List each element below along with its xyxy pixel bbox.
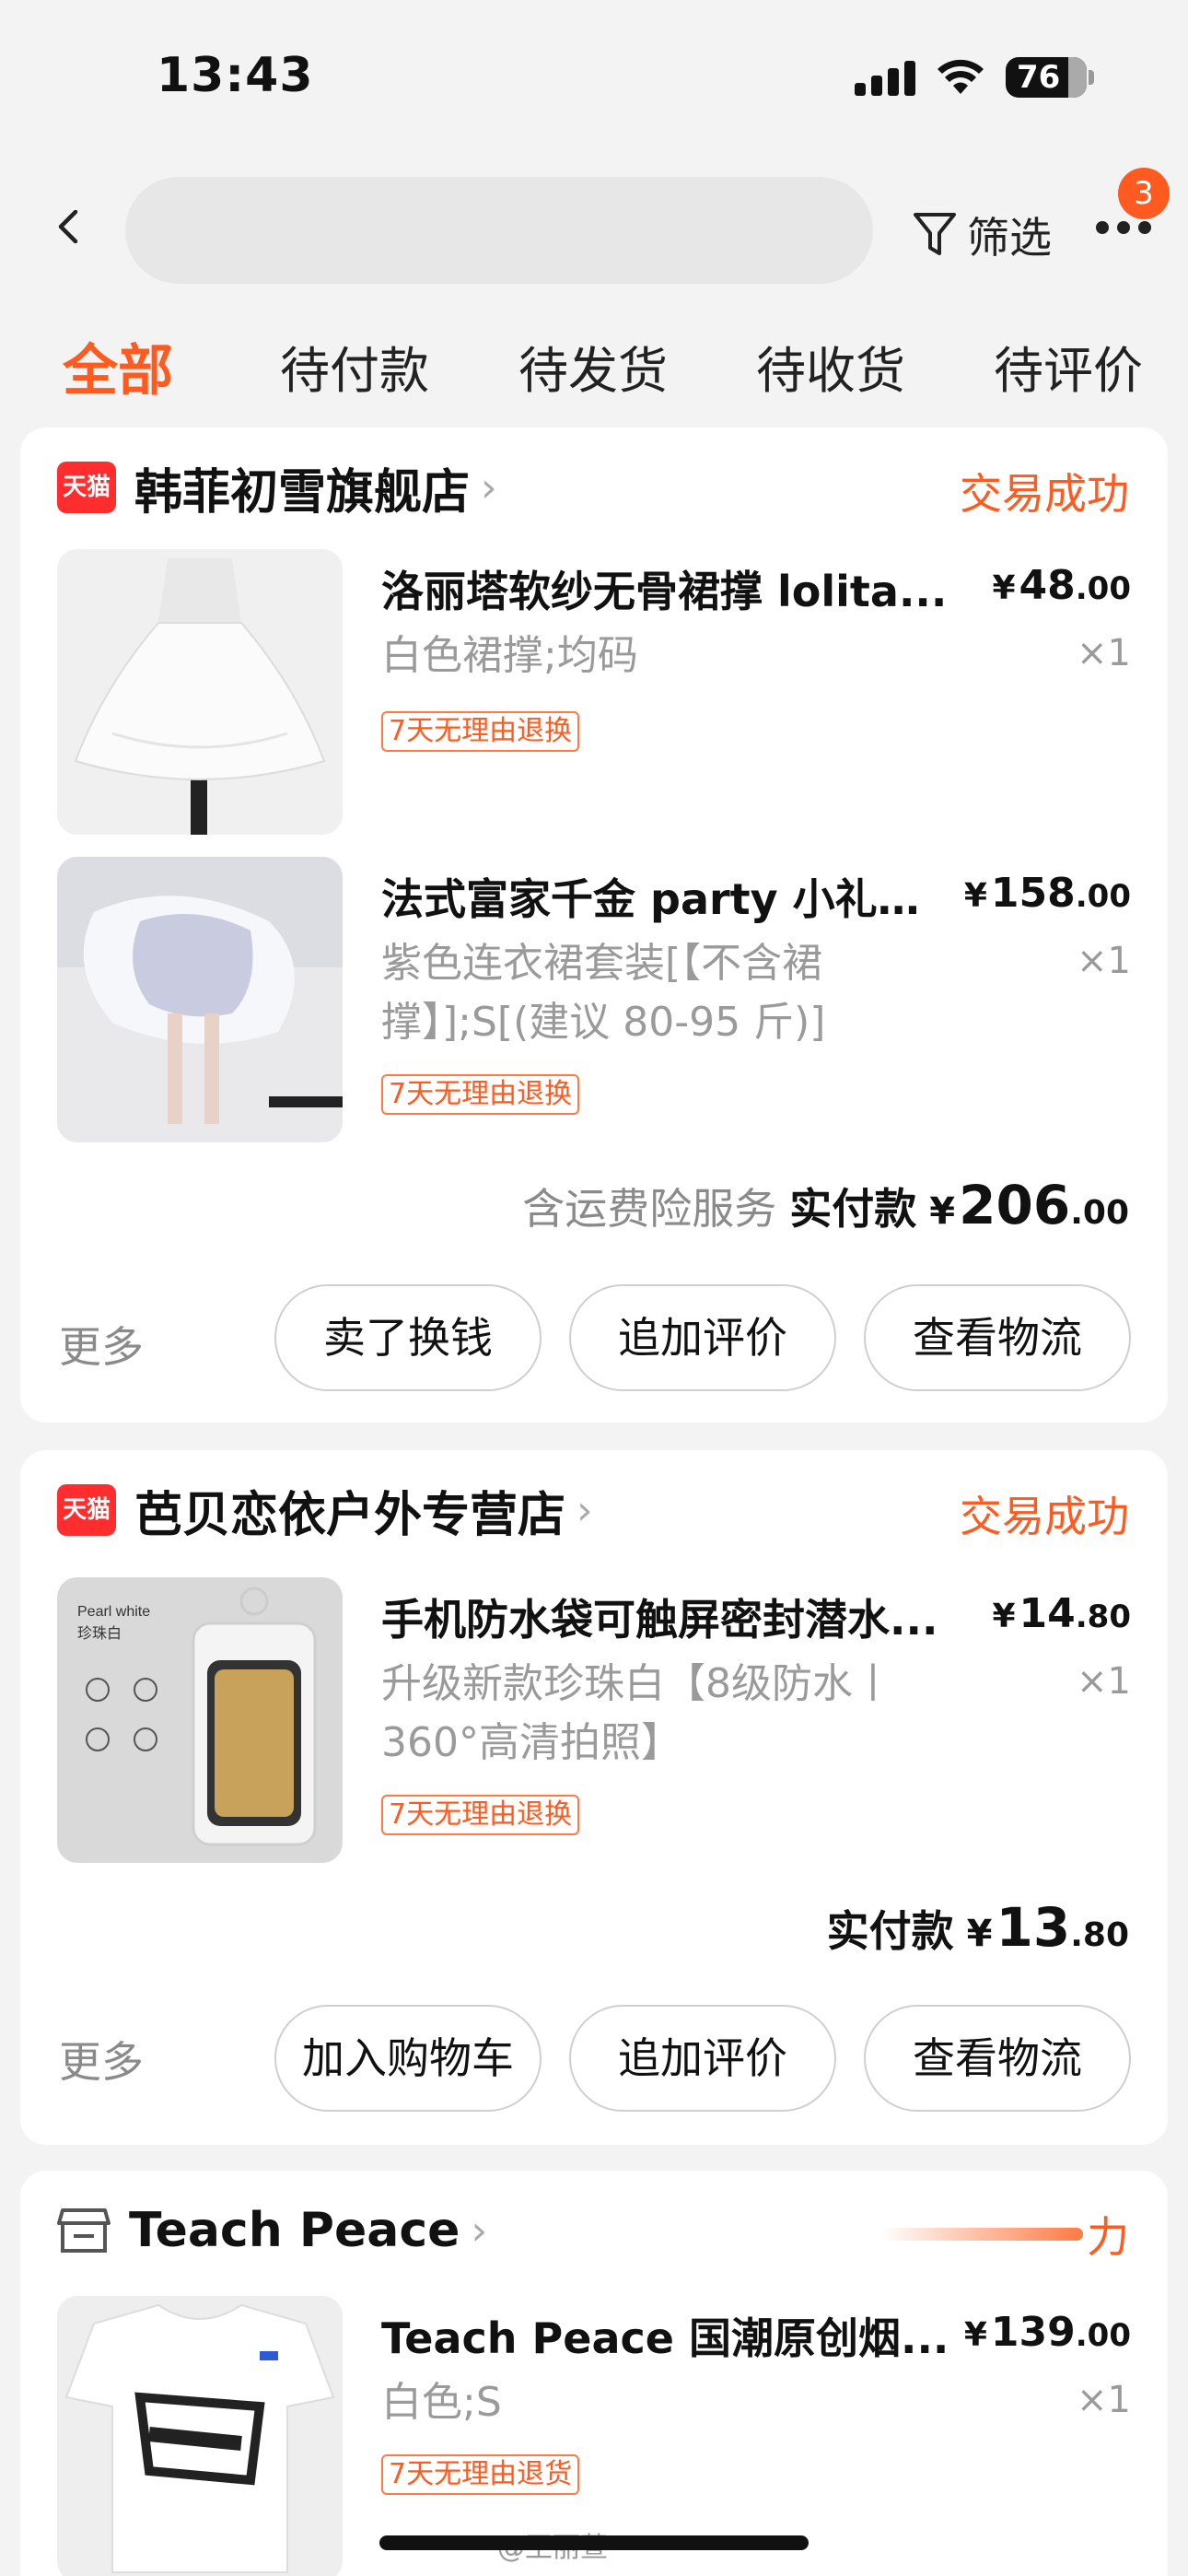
product-spec: 紫色连衣裙套装[【不含裙撑】];S[(建议 80-95 斤)] (381, 940, 826, 1046)
shop-link[interactable]: 天猫 韩菲初雪旗舰店 › (57, 455, 497, 521)
battery-level: 76 (1017, 59, 1061, 96)
shop-link[interactable]: 天猫 芭贝恋依户外专营店 › (57, 1478, 593, 1543)
tmall-badge: 天猫 (57, 462, 116, 513)
product-image[interactable]: Pearl white 珍珠白 (57, 1577, 343, 1863)
view-logistics-button[interactable]: 查看物流 (864, 1284, 1131, 1391)
add-review-button[interactable]: 追加评价 (569, 1284, 836, 1391)
wifi-icon (938, 59, 984, 94)
more-link[interactable]: 更多 (59, 1314, 144, 1375)
view-logistics-button[interactable]: 查看物流 (864, 2005, 1131, 2112)
tab-all[interactable]: 全部 (63, 326, 173, 406)
order-status: 交易成功 (960, 1492, 1129, 1541)
product-spec: 白色裙撑;均码 (381, 632, 638, 679)
chevron-right-icon: › (481, 463, 497, 511)
home-indicator[interactable] (379, 2535, 809, 2550)
filter-button[interactable]: 筛选 (912, 205, 1052, 265)
product-qty: ×1 (1077, 2379, 1131, 2421)
order-item[interactable]: 法式富家千金 party 小礼服... ¥158.00 紫色连衣裙套装[【不含裙… (57, 857, 1131, 1142)
paid-label: 实付款 (789, 1184, 917, 1234)
signal-icon (855, 59, 915, 96)
shipping-insurance: 含运费险服务 (522, 1184, 777, 1234)
product-title: 手机防水袋可触屏密封潜水... (381, 1595, 938, 1645)
chevron-right-icon: › (577, 1486, 593, 1534)
notification-badge: 3 (1118, 168, 1170, 219)
product-price: ¥158.00 (963, 870, 1131, 917)
return-policy-tag: 7天无理由退换 (381, 1795, 580, 1835)
return-policy-tag: 7天无理由退换 (381, 1074, 580, 1115)
order-status: 力 (880, 2204, 1129, 2265)
order-tabs: 全部 待付款 待发货 待收货 待评价 (0, 330, 1188, 422)
order-item[interactable]: 洛丽塔软纱无骨裙撑 lolita... ¥48.00 白色裙撑;均码 ×1 7天… (57, 549, 1131, 835)
chevron-right-icon: › (471, 2207, 488, 2254)
status-icons: 76 (855, 57, 1094, 98)
product-image[interactable] (57, 2296, 343, 2576)
product-spec: 白色;S (381, 2379, 502, 2426)
paid-amount: ¥13.80 (966, 1896, 1129, 1959)
tab-pending-review[interactable]: 待评价 (994, 330, 1143, 403)
shop-link[interactable]: Teach Peace › (57, 2198, 487, 2263)
product-image[interactable] (57, 857, 343, 1142)
product-price: ¥48.00 (992, 562, 1131, 609)
tab-pending-receipt[interactable]: 待收货 (756, 330, 905, 403)
return-policy-tag: 7天无理由退换 (381, 711, 580, 752)
tmall-badge: 天猫 (57, 1484, 116, 1536)
filter-label: 筛选 (967, 213, 1052, 263)
product-title: 法式富家千金 party 小礼服... (381, 874, 952, 924)
chevron-left-icon[interactable] (52, 210, 85, 243)
product-title: 洛丽塔软纱无骨裙撑 lolita... (381, 567, 948, 616)
order-total: 实付款 ¥13.80 (827, 1896, 1129, 1959)
svg-text:珍珠白: 珍珠白 (77, 1624, 122, 1642)
product-qty: ×1 (1077, 940, 1131, 982)
product-image[interactable] (57, 549, 343, 835)
shop-name: 韩菲初雪旗舰店 (134, 464, 471, 521)
store-icon (57, 2208, 111, 2253)
status-bar: 13:43 76 (0, 0, 1188, 157)
more-icon[interactable] (1096, 221, 1151, 234)
status-fade-bar (880, 2228, 1083, 2241)
product-price: ¥14.80 (992, 1590, 1131, 1637)
order-item[interactable]: Pearl white 珍珠白 手机防水袋可触屏密封潜水... ¥14.80 升… (57, 1577, 1131, 1863)
svg-text:Pearl white: Pearl white (77, 1604, 150, 1620)
order-total: 含运费险服务 实付款 ¥206.00 (522, 1174, 1129, 1236)
product-qty: ×1 (1077, 1660, 1131, 1703)
tab-pending-shipment[interactable]: 待发货 (518, 330, 668, 403)
product-spec: 升级新款珍珠白【8级防水丨360°高清拍照】 (381, 1660, 893, 1766)
filter-icon (914, 213, 956, 255)
paid-amount: ¥206.00 (929, 1174, 1129, 1236)
status-time: 13:43 (157, 48, 314, 103)
shop-name: 芭贝恋依户外专营店 (134, 1487, 566, 1543)
order-status: 交易成功 (960, 469, 1129, 519)
battery-icon: 76 (1006, 57, 1094, 98)
order-card: Teach Peace › 力 Teach Peace 国潮原创烟... ¥13… (20, 2171, 1168, 2576)
search-input[interactable] (125, 177, 873, 284)
product-title: Teach Peace 国潮原创烟... (381, 2313, 949, 2363)
product-price: ¥139.00 (963, 2309, 1131, 2356)
order-status-text: 力 (1087, 2212, 1129, 2262)
resell-button[interactable]: 卖了换钱 (274, 1284, 542, 1391)
shop-name: Teach Peace (129, 2203, 460, 2258)
product-qty: ×1 (1077, 632, 1131, 674)
add-review-button[interactable]: 追加评价 (569, 2005, 836, 2112)
more-link[interactable]: 更多 (59, 2029, 144, 2090)
add-to-cart-button[interactable]: 加入购物车 (274, 2005, 542, 2112)
order-card: 天猫 韩菲初雪旗舰店 › 交易成功 洛丽塔软纱无骨裙撑 lolita... ¥4… (20, 427, 1168, 1423)
return-policy-tag: 7天无理由退货 (381, 2454, 580, 2495)
tab-pending-payment[interactable]: 待付款 (280, 330, 429, 403)
order-card: 天猫 芭贝恋依户外专营店 › 交易成功 Pearl white 珍珠白 手机防水… (20, 1450, 1168, 2145)
paid-label: 实付款 (826, 1906, 954, 1956)
header: 筛选 3 (0, 157, 1188, 304)
